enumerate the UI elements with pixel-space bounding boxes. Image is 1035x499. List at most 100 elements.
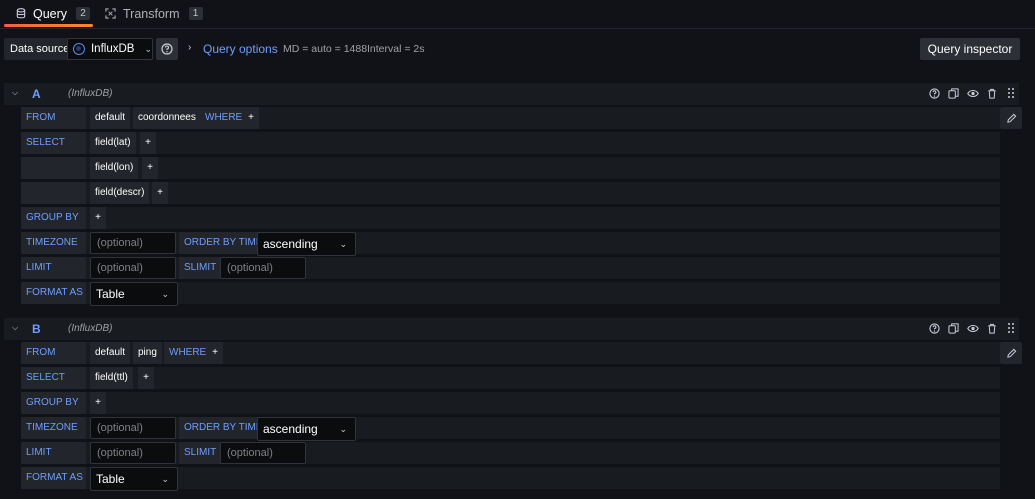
drag-handle-icon[interactable] [1004, 86, 1017, 100]
datasource-name: InfluxDB [90, 43, 135, 55]
add-where-button[interactable]: + [207, 342, 223, 364]
query-b-group-by-row [21, 392, 1000, 414]
retention-policy-segment[interactable]: default [90, 107, 131, 129]
chevron-down-icon: ⌄ [339, 239, 347, 249]
order-by-select[interactable]: ascending ⌄ [257, 232, 356, 256]
select-keyword-spacer [21, 157, 86, 179]
timezone-input[interactable]: (optional) [90, 232, 176, 254]
trash-icon[interactable] [985, 321, 998, 335]
select-field-segment[interactable]: field(lon) [90, 157, 139, 179]
slimit-input[interactable]: (optional) [220, 257, 306, 279]
add-group-by-button[interactable]: + [90, 207, 106, 229]
select-keyword: SELECT [21, 132, 86, 154]
chevron-down-icon: ⌄ [161, 289, 169, 299]
trash-icon[interactable] [985, 86, 998, 100]
select-field-segment[interactable]: field(ttl) [90, 367, 133, 389]
query-a-datasource: (InfluxDB) [68, 88, 113, 99]
datasource-help-button[interactable] [156, 38, 178, 60]
from-keyword: FROM [21, 107, 86, 129]
limit-input[interactable]: (optional) [90, 257, 176, 279]
add-select-button[interactable]: + [140, 132, 156, 154]
duplicate-icon[interactable] [947, 321, 960, 335]
order-by-value: ascending [263, 237, 318, 251]
collapse-chevron-icon[interactable]: ⌵ [12, 323, 18, 333]
chevron-down-icon: ⌄ [144, 43, 152, 54]
database-icon [16, 8, 26, 19]
measurement-segment[interactable]: coordonnees [133, 107, 201, 129]
drag-handle-icon[interactable] [1004, 321, 1017, 335]
active-tab-indicator [4, 24, 93, 27]
group-by-keyword: GROUP BY [21, 392, 86, 414]
influxdb-icon [73, 43, 85, 55]
max-data-points: MD = auto = 1488 [283, 43, 368, 55]
query-options-toggle[interactable]: Query options [203, 42, 278, 56]
timezone-input[interactable]: (optional) [90, 417, 176, 439]
add-select-button[interactable]: + [138, 367, 154, 389]
query-b-ref-id[interactable]: B [32, 322, 41, 336]
pencil-icon [1006, 348, 1016, 358]
datasource-picker[interactable]: InfluxDB ⌄ [67, 38, 153, 60]
query-b-header: ⌵ B (InfluxDB) [4, 318, 1019, 340]
order-by-time-keyword: ORDER BY TIME [179, 417, 268, 439]
format-as-value: Table [96, 287, 125, 301]
format-as-select[interactable]: Table ⌄ [90, 467, 178, 491]
add-group-by-button[interactable]: + [90, 392, 106, 414]
format-as-select[interactable]: Table ⌄ [90, 282, 178, 306]
format-as-keyword: FORMAT AS [21, 282, 86, 304]
transform-icon [105, 8, 116, 19]
add-select-button[interactable]: + [152, 182, 168, 204]
slimit-input[interactable]: (optional) [220, 442, 306, 464]
select-keyword-spacer [21, 182, 86, 204]
query-inspector-button[interactable]: Query inspector [920, 38, 1020, 60]
tab-bar: Query 2 Transform 1 [0, 0, 1035, 29]
group-by-keyword: GROUP BY [21, 207, 86, 229]
retention-policy-segment[interactable]: default [90, 342, 131, 364]
query-b-select-row [21, 367, 1000, 389]
add-select-button[interactable]: + [142, 157, 158, 179]
tab-query-label: Query [33, 6, 68, 21]
where-keyword: WHERE [200, 107, 248, 129]
where-keyword: WHERE [164, 342, 212, 364]
limit-input[interactable]: (optional) [90, 442, 176, 464]
slimit-keyword: SLIMIT [179, 442, 222, 464]
query-a-raw-edit-button[interactable] [1000, 107, 1022, 129]
tab-query[interactable]: Query 2 [16, 0, 91, 27]
measurement-segment[interactable]: ping [133, 342, 162, 364]
duplicate-icon[interactable] [947, 86, 960, 100]
interval-value: Interval = 2s [367, 43, 425, 55]
query-a-select-row [21, 132, 1000, 154]
select-field-segment[interactable]: field(descr) [90, 182, 150, 204]
timezone-keyword: TIMEZONE [21, 417, 86, 439]
eye-icon[interactable] [966, 321, 979, 335]
timezone-keyword: TIMEZONE [21, 232, 86, 254]
query-a-select-row [21, 157, 1000, 179]
format-as-value: Table [96, 472, 125, 486]
help-icon[interactable] [928, 321, 941, 335]
question-circle-icon [161, 43, 173, 55]
slimit-keyword: SLIMIT [179, 257, 222, 279]
add-where-button[interactable]: + [243, 107, 259, 129]
chevron-down-icon: ⌄ [339, 424, 347, 434]
select-field-segment[interactable]: field(lat) [90, 132, 136, 154]
tab-query-count: 2 [76, 7, 91, 20]
order-by-time-keyword: ORDER BY TIME [179, 232, 268, 254]
query-b-datasource: (InfluxDB) [68, 323, 113, 334]
help-icon[interactable] [928, 86, 941, 100]
tab-transform-label: Transform [123, 6, 180, 21]
query-a-header: ⌵ A (InfluxDB) [4, 83, 1019, 105]
eye-icon[interactable] [966, 86, 979, 100]
query-a-ref-id[interactable]: A [32, 87, 41, 101]
pencil-icon [1006, 113, 1016, 123]
order-by-select[interactable]: ascending ⌄ [257, 417, 356, 441]
limit-keyword: LIMIT [21, 442, 86, 464]
collapse-chevron-icon[interactable]: ⌵ [12, 88, 18, 98]
from-keyword: FROM [21, 342, 86, 364]
limit-keyword: LIMIT [21, 257, 86, 279]
order-by-value: ascending [263, 422, 318, 436]
format-as-keyword: FORMAT AS [21, 467, 86, 489]
query-b-raw-edit-button[interactable] [1000, 342, 1022, 364]
tab-transform-count: 1 [188, 7, 203, 20]
chevron-right-icon[interactable]: › [188, 42, 191, 53]
query-a-group-by-row [21, 207, 1000, 229]
tab-transform[interactable]: Transform 1 [105, 0, 203, 27]
